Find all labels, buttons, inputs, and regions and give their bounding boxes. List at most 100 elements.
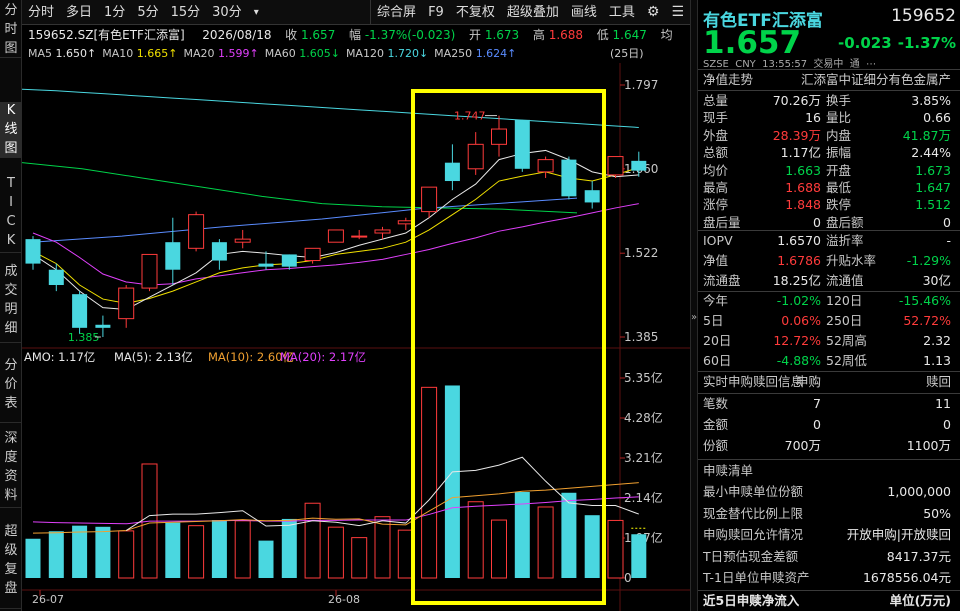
period-count[interactable]: (25日) bbox=[610, 45, 644, 63]
list-title: 申赎清单 bbox=[703, 463, 754, 478]
candle-body-down bbox=[584, 190, 600, 203]
subscribe-value: 700万 bbox=[784, 438, 821, 453]
redeem-value: 1100万 bbox=[906, 438, 951, 453]
list-row-3: T日预估现金差额 8417.37元 bbox=[698, 547, 960, 567]
high-label: 高 bbox=[532, 28, 545, 42]
vol-tick-label: 3.21亿 bbox=[624, 450, 663, 465]
volume-bar-down bbox=[281, 518, 297, 578]
panel-collapse-handle[interactable]: » bbox=[690, 0, 697, 611]
volume-bar-down bbox=[444, 385, 460, 578]
low-label: 低 bbox=[596, 28, 609, 42]
volume-bar-up bbox=[327, 526, 344, 579]
volume-bar-up bbox=[304, 502, 321, 579]
close-label: 收 bbox=[285, 28, 298, 42]
close-value: 1.657 bbox=[300, 28, 336, 42]
return-label2: 120日 bbox=[826, 293, 863, 308]
nav-value: 1.6570 bbox=[777, 233, 821, 248]
candle-body-up bbox=[141, 253, 158, 289]
nav-label: 净值 bbox=[703, 253, 729, 268]
redeem-col: 赎回 bbox=[925, 374, 951, 389]
return-value2: 52.72% bbox=[903, 313, 951, 328]
volume-bar-up bbox=[234, 520, 251, 579]
ma-legend-ma5: MA5 1.650↑ bbox=[28, 47, 97, 60]
price-tick-label: 1.522 bbox=[624, 246, 658, 260]
net-flow-unit: 单位(万元) bbox=[889, 593, 951, 608]
list-value: 1678556.04元 bbox=[862, 570, 951, 585]
left-tab-0[interactable]: 分时图 bbox=[0, 2, 22, 58]
candle-body-down bbox=[211, 242, 227, 261]
candle-body-up bbox=[327, 229, 344, 243]
return-label: 今年 bbox=[703, 293, 729, 308]
nav-trend-label: 净值走势 bbox=[703, 72, 754, 87]
left-tab-3[interactable]: 成交明细 bbox=[0, 257, 22, 343]
volume-bar-up bbox=[374, 516, 391, 579]
ma-legend-ma250: MA250 1.624↑ bbox=[434, 47, 517, 60]
volume-bar-down bbox=[258, 540, 274, 578]
nav-row-0: IOPV 1.6570 溢折率 - bbox=[698, 231, 960, 251]
subscription-row-1: 金额 0 0 bbox=[698, 415, 960, 435]
volume-bar-up bbox=[118, 530, 135, 579]
volume-bar-down bbox=[631, 534, 647, 578]
candle-body-up bbox=[234, 238, 251, 243]
low-value: 1.647 bbox=[612, 28, 647, 42]
volume-bar-down bbox=[211, 520, 227, 578]
kline-chart-area[interactable]: 1.7971.6601.5221.3855.35亿4.28亿3.21亿2.14亿… bbox=[22, 0, 690, 611]
left-tab-4[interactable]: 分价表 bbox=[0, 347, 22, 423]
nav-value2: -1.29% bbox=[906, 253, 951, 268]
left-tab-2[interactable]: TICK bbox=[0, 172, 22, 253]
volume-bar-down bbox=[561, 492, 577, 578]
quote-panel: 有色ETF汇添富 159652 1.657 -0.023 -1.37% SZSE… bbox=[697, 0, 960, 611]
candle-body-down bbox=[561, 159, 577, 197]
candle-body-up bbox=[537, 159, 554, 173]
vol-tick-label: 0 bbox=[624, 571, 632, 585]
subscription-row-0: 笔数 7 11 bbox=[698, 394, 960, 414]
subscribe-col: 申购 bbox=[795, 374, 821, 389]
candle-body-down bbox=[631, 160, 647, 171]
nav-value2: - bbox=[946, 233, 951, 248]
list-value: 50% bbox=[923, 505, 951, 521]
subscription-title: 实时申购赎回信息 bbox=[703, 374, 804, 389]
volume-bar-down bbox=[95, 526, 111, 578]
redeem-value: 11 bbox=[935, 396, 951, 411]
vol-tick-label: 5.35亿 bbox=[624, 370, 663, 385]
list-label: T-1日单位申赎资产 bbox=[703, 570, 810, 585]
stock-info-line: 159652.SZ[有色ETF汇添富] 2026/08/18 收 1.657 幅… bbox=[22, 25, 682, 45]
return-label: 60日 bbox=[703, 353, 732, 368]
avg-label: 均 bbox=[660, 28, 673, 42]
list-header: 申赎清单 bbox=[698, 461, 960, 481]
ma-legend: MA5 1.650↑ MA10 1.665↑ MA20 1.599↑ MA60 1.6… bbox=[22, 45, 682, 63]
candle-body-down bbox=[25, 239, 41, 264]
list-value: 1,000,000 bbox=[887, 484, 951, 499]
security-code: 159652 bbox=[891, 6, 956, 26]
left-tab-1[interactable]: K线图 bbox=[0, 102, 22, 158]
volume-bar-up bbox=[607, 519, 624, 579]
return-value2: 1.13 bbox=[923, 353, 951, 368]
list-label: 申购赎回允许情况 bbox=[703, 527, 804, 542]
candle-body-up bbox=[374, 229, 391, 234]
nav-value2: 30亿 bbox=[922, 273, 951, 288]
change-label: 幅 bbox=[348, 28, 361, 42]
price-tick-label: 1.385 bbox=[624, 330, 658, 344]
vol-tick-label: 4.28亿 bbox=[624, 410, 663, 425]
quote-header: 有色ETF汇添富 159652 1.657 -0.023 -1.37% bbox=[703, 4, 958, 62]
vol-legend-3: MA(20): 2.17亿 bbox=[280, 350, 366, 364]
volume-bar-up bbox=[537, 506, 554, 579]
left-tab-5[interactable]: 深度资料 bbox=[0, 427, 22, 508]
ma20-line bbox=[32, 203, 639, 286]
candle-body-down bbox=[165, 242, 181, 270]
candle-body-up bbox=[304, 247, 321, 262]
open-label: 开 bbox=[468, 28, 481, 42]
nav-label2: 流通值 bbox=[826, 273, 864, 288]
list-row-0: 最小申赎单位份额 1,000,000 bbox=[698, 482, 960, 502]
candle-body-up bbox=[118, 287, 135, 320]
vol-legend-1: MA(5): 2.13亿 bbox=[114, 350, 193, 364]
nav-value: 18.25亿 bbox=[772, 273, 821, 288]
left-tab-6[interactable]: 超级复盘 bbox=[0, 512, 22, 609]
nav-label2: 升贴水率 bbox=[826, 253, 877, 268]
nav-trend-row[interactable]: 净值走势 汇添富中证细分有色金属产 bbox=[698, 70, 960, 90]
list-value: 8417.37元 bbox=[886, 548, 951, 564]
high-value: 1.688 bbox=[548, 28, 584, 42]
nav-label2: 溢折率 bbox=[826, 233, 864, 248]
volume-bar-up bbox=[421, 386, 438, 579]
ma-legend-ma10: MA10 1.665↑ bbox=[102, 47, 178, 60]
